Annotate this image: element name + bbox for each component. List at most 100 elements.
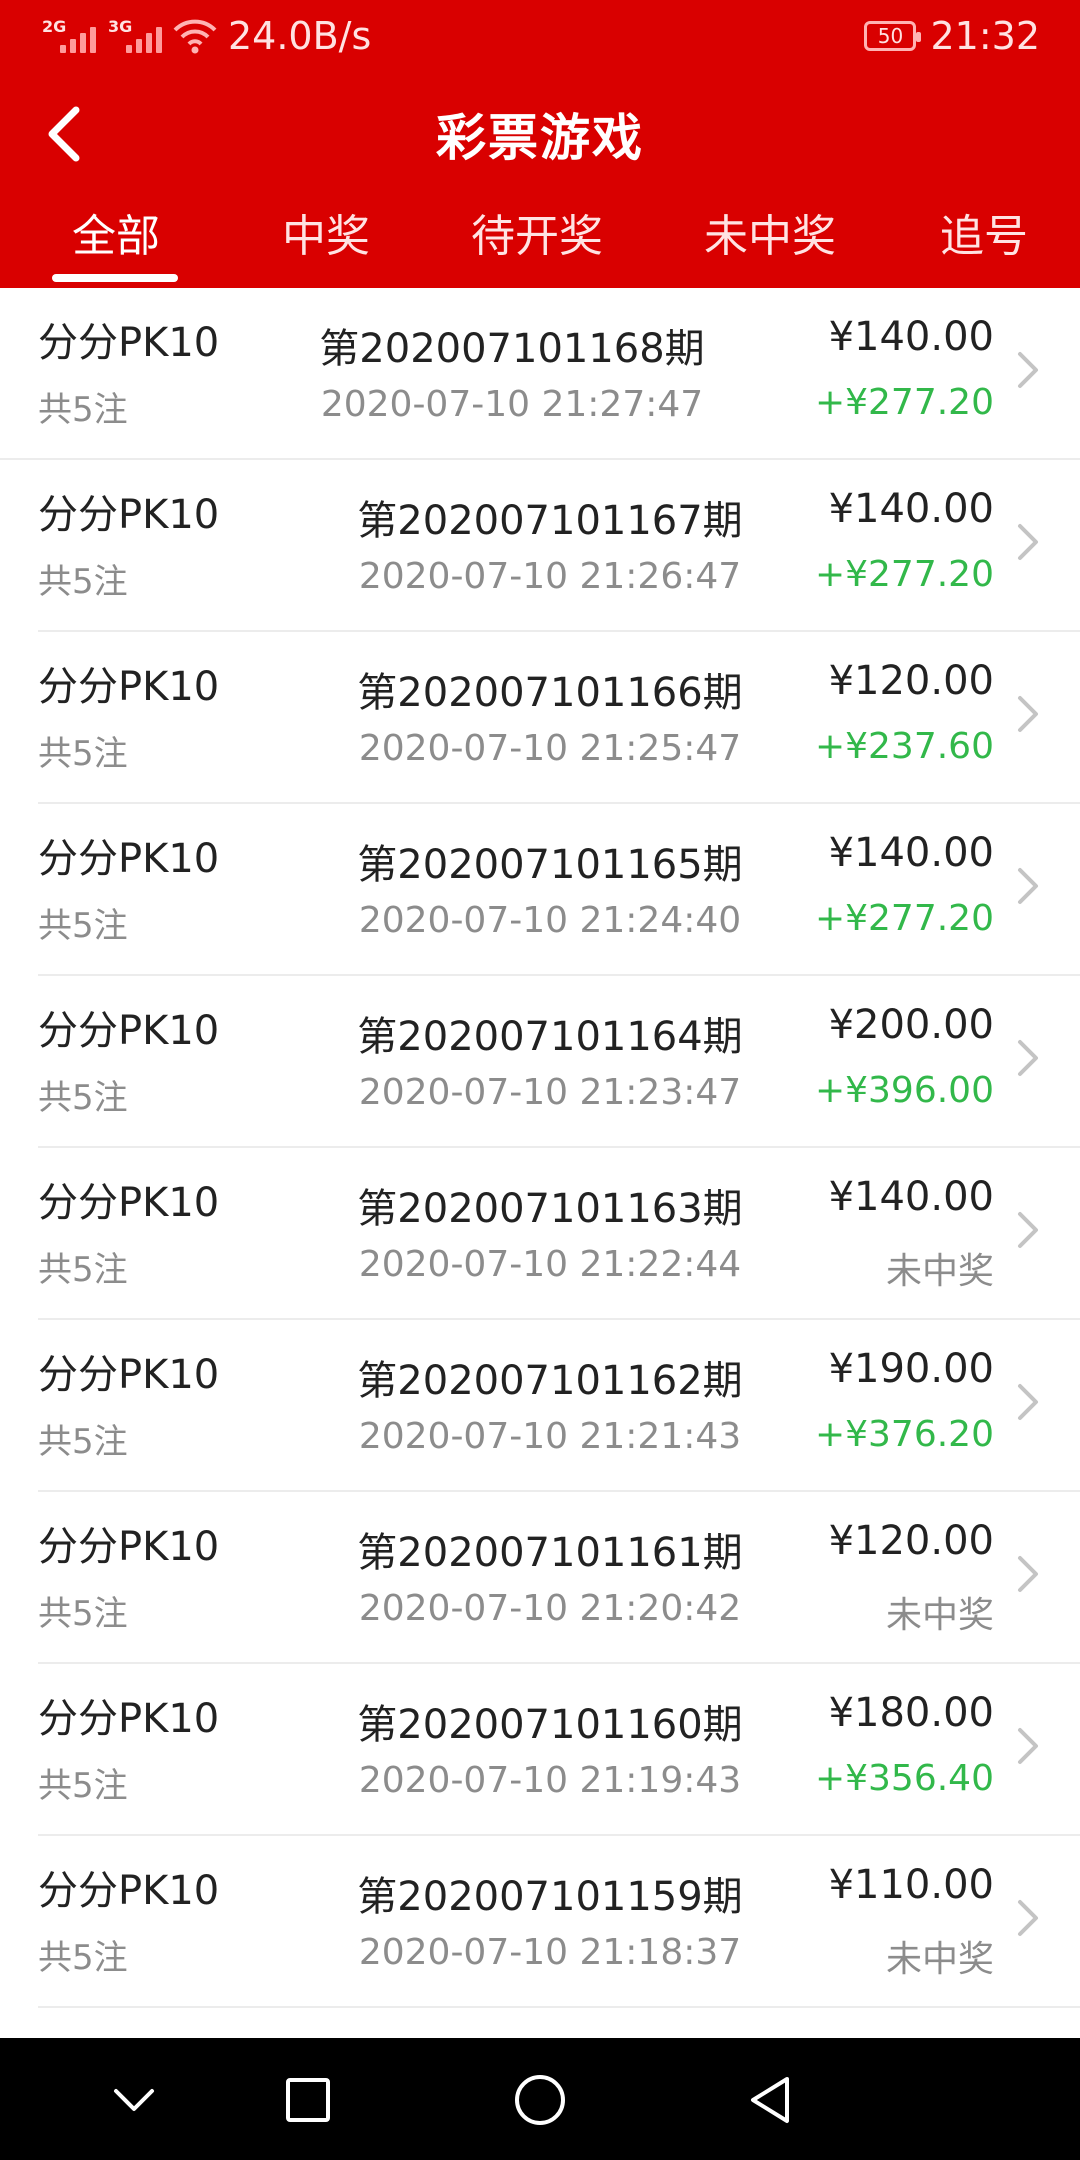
bet-amount: ¥140.00 [828,314,994,360]
period-number: 第202007101163期 [357,1186,743,1232]
triangle-back-icon [751,2077,789,2123]
tab-all[interactable]: 全部 [72,200,160,264]
bet-count: 共5注 [38,562,128,602]
bet-record-row[interactable]: 分分PK10第202007101158期¥110.00 [38,2008,1080,2038]
bet-amount: ¥110.00 [828,1862,994,1908]
signal-3g-icon: 3G [106,15,162,57]
battery-icon: 50 [864,21,922,51]
bet-count: 共5注 [38,1422,128,1462]
home-button[interactable] [508,2068,572,2132]
bet-record-row[interactable]: 分分PK10 共5注 第202007101160期 2020-07-10 21:19:… [38,1664,1080,1836]
game-name: 分分PK10 [38,1696,220,1742]
bet-record-row[interactable]: 分分PK10 共5注 第202007101161期 2020-07-10 21:20:… [38,1492,1080,1664]
chevron-right-icon [1018,524,1038,560]
wifi-icon [173,19,217,54]
bet-time: 2020-07-10 21:26:47 [358,556,742,597]
bet-result: +¥396.00 [814,1070,994,1111]
chevron-right-icon [1018,1212,1038,1248]
chevron-right-icon [1018,1384,1038,1420]
period-number: 第202007101162期 [357,1358,743,1404]
game-name: 分分PK10 [38,320,220,366]
bet-result: +¥277.20 [814,554,994,595]
status-left: 2G 3G 24.0B/s [40,14,371,58]
bet-count: 共5注 [38,1078,128,1118]
game-name: 分分PK10 [38,1524,220,1570]
bet-record-row[interactable]: 分分PK10 共5注 第202007101167期 2020-07-10 21:26:… [38,460,1080,632]
bet-record-row[interactable]: 分分PK10 共5注 第202007101164期 2020-07-10 21:23:… [38,976,1080,1148]
bet-amount: ¥140.00 [828,830,994,876]
bet-result: +¥237.60 [814,726,994,767]
bet-time: 2020-07-10 21:24:40 [358,900,742,941]
chevron-right-icon [1018,696,1038,732]
chevron-right-icon [1018,1556,1038,1592]
bet-count: 共5注 [38,1594,128,1634]
square-icon [286,2078,330,2122]
signal-2g-icon: 2G [40,15,96,57]
bet-count: 共5注 [38,906,128,946]
bet-record-row[interactable]: 分分PK10 共5注 第202007101159期 2020-07-10 21:18:… [38,1836,1080,2008]
bet-amount: ¥180.00 [828,1690,994,1736]
chevron-right-icon [1018,1900,1038,1936]
bet-time: 2020-07-10 21:21:43 [358,1416,742,1457]
game-name: 分分PK10 [38,664,220,710]
chevron-right-icon [1018,1728,1038,1764]
bet-time: 2020-07-10 21:25:47 [358,728,742,769]
bet-count: 共5注 [38,1250,128,1290]
bet-amount: ¥120.00 [828,658,994,704]
game-name: 分分PK10 [38,1180,220,1226]
period-number: 第202007101167期 [357,498,743,544]
bet-result: 未中奖 [885,1595,994,1636]
bet-time: 2020-07-10 21:27:47 [320,384,704,425]
bet-amount: ¥190.00 [828,1346,994,1392]
bet-record-row[interactable]: 分分PK10 共5注 第202007101162期 2020-07-10 21:21:… [38,1320,1080,1492]
bet-record-row[interactable]: 分分PK10 共5注 第202007101163期 2020-07-10 21:22:… [38,1148,1080,1320]
chevron-right-icon [1018,868,1038,904]
bet-time: 2020-07-10 21:22:44 [358,1244,742,1285]
game-name: 分分PK10 [38,492,220,538]
bet-result: +¥376.20 [814,1414,994,1455]
game-name: 分分PK10 [38,836,220,882]
bet-records-list: 分分PK10 共5注 第202007101168期 2020-07-10 21:27:… [0,288,1080,2038]
bet-result: 未中奖 [885,1939,994,1980]
period-number: 第202007101159期 [357,1874,743,1920]
period-number: 第202007101165期 [357,842,743,888]
bet-count: 共5注 [38,390,128,430]
bet-count: 共5注 [38,1766,128,1806]
period-number: 第202007101161期 [357,1530,743,1576]
bet-count: 共5注 [38,734,128,774]
hide-keyboard-button[interactable] [102,2068,166,2132]
game-name: 分分PK10 [38,1868,220,1914]
tab-won[interactable]: 中奖 [282,200,370,264]
bet-result: 未中奖 [885,1251,994,1292]
game-name: 分分PK10 [38,1008,220,1054]
status-right: 50 21:32 [864,14,1040,58]
tab-bar: 全部 中奖 待开奖 未中奖 追号 [0,182,1080,288]
bet-amount: ¥140.00 [828,486,994,532]
period-number: 第202007101160期 [357,1702,743,1748]
network-speed: 24.0B/s [228,14,372,58]
bet-record-row[interactable]: 分分PK10 共5注 第202007101165期 2020-07-10 21:24:… [38,804,1080,976]
game-name: 分分PK10 [38,2030,219,2038]
bet-result: +¥277.20 [814,898,994,939]
recents-button[interactable] [276,2068,340,2132]
clock: 21:32 [930,14,1040,58]
period-number: 第202007101166期 [357,670,743,716]
page-title: 彩票游戏 [436,109,644,167]
chevron-right-icon [1018,1040,1038,1076]
bet-record-row[interactable]: 分分PK10 共5注 第202007101168期 2020-07-10 21:27:… [0,288,1080,460]
bet-count: 共5注 [38,1938,128,1978]
chevron-right-icon [1018,352,1038,388]
system-nav-bar [0,2038,1080,2160]
period-number: 第202007101168期 [319,326,705,372]
bet-amount: ¥140.00 [828,1174,994,1220]
back-nav-button[interactable] [738,2068,802,2132]
bet-record-row[interactable]: 分分PK10 共5注 第202007101166期 2020-07-10 21:25:… [38,632,1080,804]
bet-time: 2020-07-10 21:20:42 [358,1588,742,1629]
tab-not-won[interactable]: 未中奖 [703,200,837,264]
bet-result: +¥356.40 [814,1758,994,1799]
tab-pending[interactable]: 待开奖 [470,200,604,264]
circle-icon [515,2075,565,2125]
chevron-down-icon [114,2089,154,2111]
active-tab-indicator [52,274,178,282]
tab-chase[interactable]: 追号 [940,200,1028,264]
